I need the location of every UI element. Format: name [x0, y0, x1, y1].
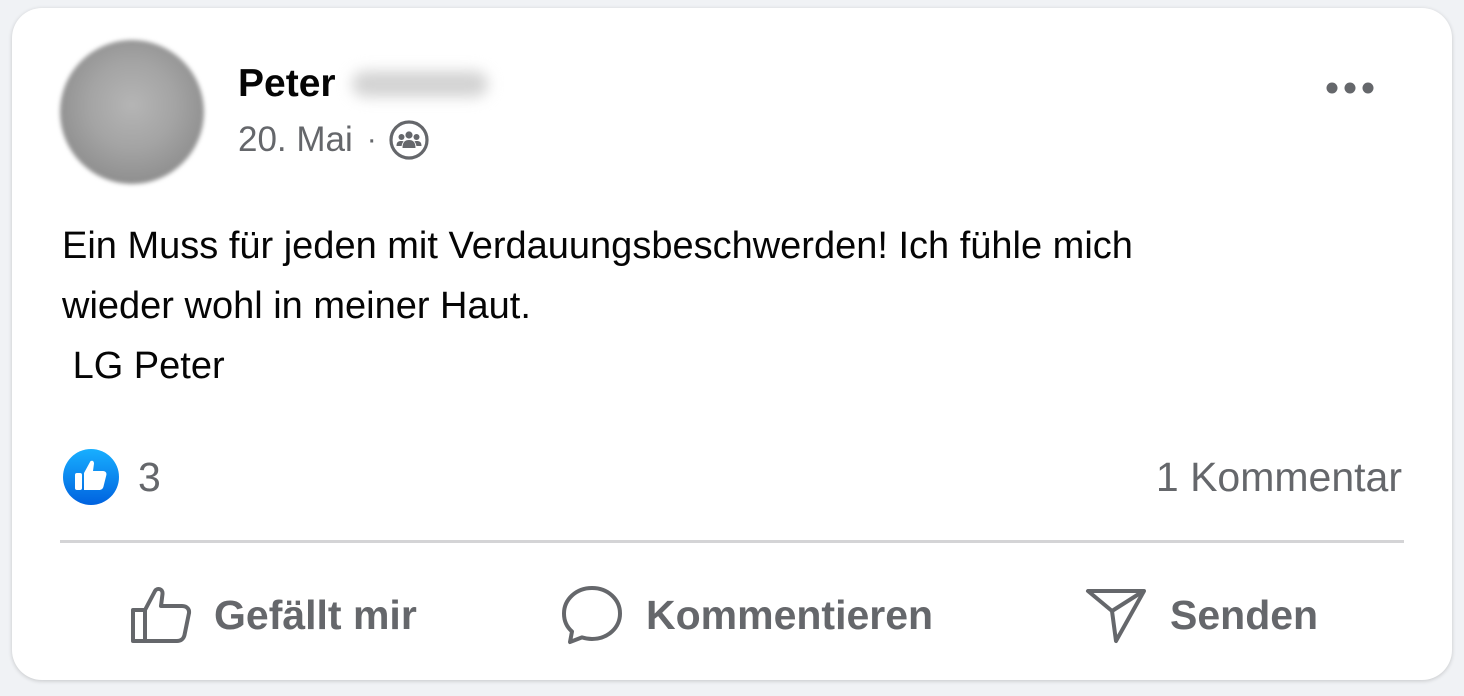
send-icon: [1086, 589, 1146, 643]
meta-separator: ·: [366, 123, 377, 156]
like-button-label: Gefällt mir: [214, 591, 417, 638]
reactions-summary[interactable]: 3: [62, 446, 161, 508]
like-count: 3: [138, 453, 161, 500]
author-name[interactable]: Peter: [238, 62, 336, 106]
post-text: Ein Muss für jeden mit Verdauungsbeschwe…: [62, 225, 1133, 387]
comment-button-label: Kommentieren: [646, 591, 934, 638]
group-icon[interactable]: [389, 120, 429, 160]
thumbs-up-icon: [131, 586, 192, 643]
send-button[interactable]: Senden: [1084, 580, 1318, 650]
redacted-surname: [351, 71, 488, 97]
post-meta: 20. Mai ·: [238, 118, 429, 162]
more-icon: [1326, 82, 1374, 94]
post-author[interactable]: Peter: [238, 60, 488, 108]
more-options-button[interactable]: [1318, 66, 1382, 110]
like-reaction-icon: [63, 449, 119, 505]
divider: [60, 540, 1404, 543]
avatar[interactable]: [60, 40, 204, 184]
send-button-label: Senden: [1170, 591, 1319, 638]
comment-button[interactable]: Kommentieren: [560, 580, 933, 650]
comments-count-link[interactable]: 1 Kommentar: [1156, 446, 1402, 508]
like-button[interactable]: Gefällt mir: [130, 580, 417, 650]
comment-bubble-icon: [562, 586, 622, 644]
post-date[interactable]: 20. Mai: [238, 120, 353, 160]
post-card: Peter 20. Mai · Ein Muss für jeden mit V…: [12, 8, 1452, 680]
